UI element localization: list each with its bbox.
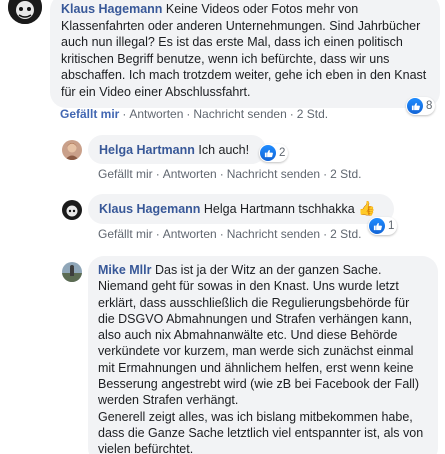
avatar[interactable] (62, 140, 82, 160)
send-message-button[interactable]: Nachricht senden (193, 107, 286, 121)
like-button[interactable]: Gefällt mir (98, 227, 153, 241)
reaction-badge[interactable]: 8 (406, 97, 436, 115)
reaction-badge[interactable]: 2 (259, 144, 289, 162)
reaction-count: 8 (426, 100, 433, 112)
avatar-image (62, 262, 82, 282)
avatar-image (62, 200, 82, 220)
comment-text: Keine Videos oder Fotos mehr von Klassen… (61, 2, 427, 99)
like-icon (369, 218, 385, 234)
timestamp[interactable]: 2 Std. (330, 167, 361, 181)
like-button[interactable]: Gefällt mir (60, 107, 119, 121)
comment-actions: Gefällt mir · Antworten · Nachricht senden · 2… (98, 227, 362, 241)
comment-bubble: Klaus Hagemann Keine Videos oder Fotos m… (50, 0, 440, 108)
avatar[interactable] (62, 262, 82, 282)
comment-text: Ich auch! (198, 143, 250, 157)
comment-text: Helga Hartmann tschhakka (203, 202, 355, 216)
comment-actions: Gefällt mir · Antworten · Nachricht senden · 2… (98, 167, 362, 181)
avatar-image (8, 0, 42, 24)
comment-bubble: Klaus Hagemann Helga Hartmann tschhakka … (88, 194, 394, 224)
timestamp[interactable]: 2 Std. (330, 227, 361, 241)
reply-button[interactable]: Antworten (163, 167, 217, 181)
comment-author[interactable]: Klaus Hagemann (61, 2, 162, 16)
reply-button[interactable]: Antworten (129, 107, 183, 121)
send-message-button[interactable]: Nachricht senden (227, 227, 320, 241)
reaction-badge[interactable]: 1 (368, 217, 398, 235)
comment-author[interactable]: Helga Hartmann (99, 143, 195, 157)
reaction-count: 1 (388, 220, 395, 232)
comment-author[interactable]: Klaus Hagemann (99, 202, 200, 216)
like-icon (260, 145, 276, 161)
avatar[interactable] (62, 200, 82, 220)
avatar[interactable] (8, 0, 42, 24)
reaction-count: 2 (279, 147, 286, 159)
comment-text-paragraph: Generell zeigt alles, was ich bislang mi… (98, 409, 424, 454)
reply-button[interactable]: Antworten (163, 227, 217, 241)
comment-author[interactable]: Mike Mllr (98, 263, 152, 277)
send-message-button[interactable]: Nachricht senden (227, 167, 320, 181)
avatar-image (62, 140, 82, 160)
thumbs-up-emoji-icon: 👍 (358, 200, 376, 216)
like-button[interactable]: Gefällt mir (98, 167, 153, 181)
timestamp[interactable]: 2 Std. (297, 107, 328, 121)
comment-bubble: Mike Mllr Das ist ja der Witz an der gan… (88, 256, 438, 454)
like-icon (407, 98, 423, 114)
comment-bubble: Helga Hartmann Ich auch! (88, 135, 266, 164)
comment-actions: Gefällt mir · Antworten · Nachricht senden · 2… (60, 107, 329, 121)
comment-text: Das ist ja der Witz an der ganzen Sache.… (98, 263, 419, 408)
